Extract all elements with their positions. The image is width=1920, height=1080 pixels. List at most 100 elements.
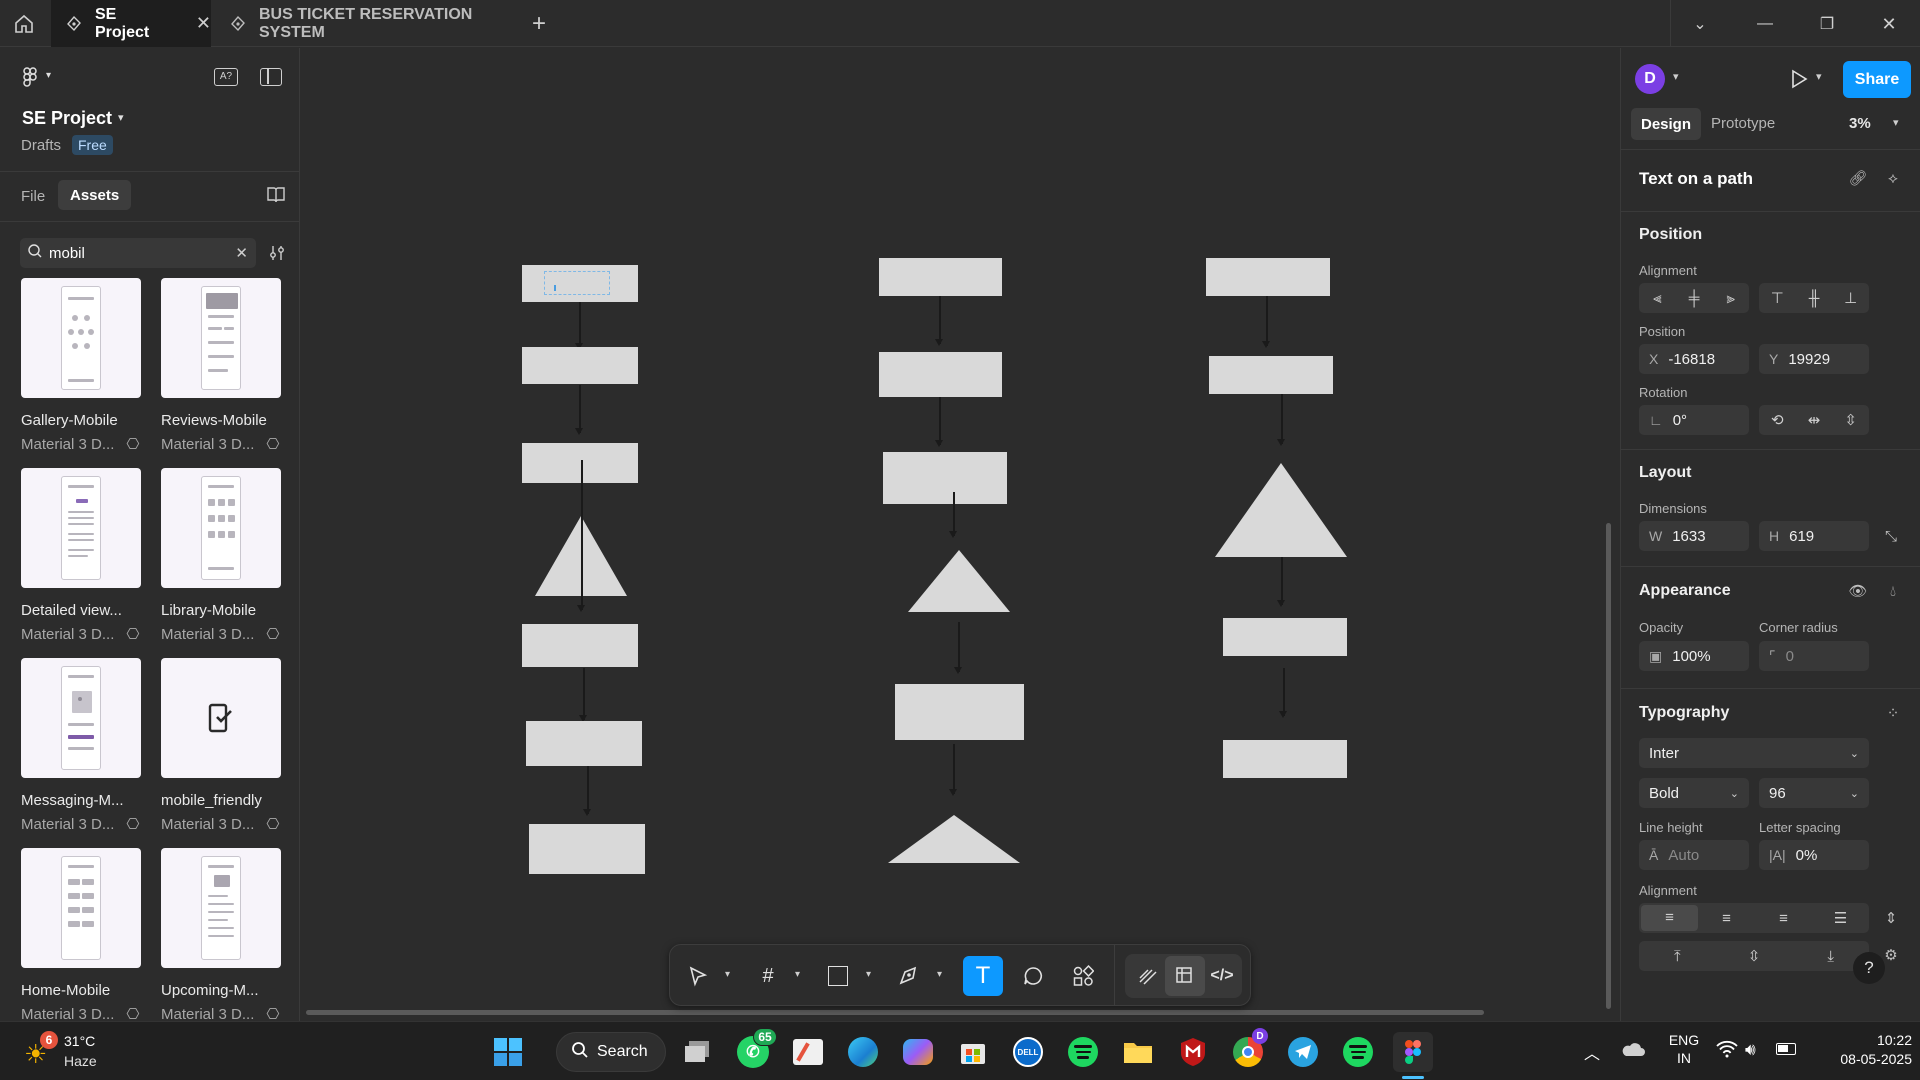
corner-radius-field[interactable]: ⌜ 0 xyxy=(1759,641,1869,671)
asset-messaging-mobile[interactable]: Messaging-M... Material 3 D... ⎔ xyxy=(21,658,161,833)
component-icon[interactable]: ⟡ xyxy=(1879,164,1907,192)
flowchart-process-box[interactable] xyxy=(526,721,642,766)
asset-detailed-view[interactable]: Detailed view... Material 3 D... ⎔ xyxy=(21,468,161,643)
avatar[interactable]: D xyxy=(1635,64,1665,94)
align-top-text-icon[interactable]: ⤒ xyxy=(1639,948,1716,965)
flip-vertical-icon[interactable]: ⇳ xyxy=(1832,411,1869,429)
asset-home-mobile[interactable]: Home-Mobile Material 3 D... ⎔ xyxy=(21,848,161,1023)
asset-reviews-mobile[interactable]: Reviews-Mobile Material 3 D... ⎔ xyxy=(161,278,301,453)
close-icon[interactable]: ✕ xyxy=(196,13,211,34)
weather-widget[interactable]: ☀ 6 31°C Haze xyxy=(20,1031,130,1073)
text-align-left-icon[interactable]: ≡ xyxy=(1641,905,1698,931)
design-canvas[interactable] xyxy=(301,48,1619,1021)
align-middle-icon[interactable]: ╫ xyxy=(1796,290,1833,307)
flowchart-process-box[interactable] xyxy=(1223,618,1347,656)
actions-tool-icon[interactable] xyxy=(1063,956,1103,996)
asset-mobile-friendly[interactable]: mobile_friendly Material 3 D... ⎔ xyxy=(161,658,301,833)
show-hidden-icons-chevron[interactable]: ︿ xyxy=(1584,1040,1600,1064)
chevron-down-icon[interactable]: ⌄ xyxy=(1685,10,1715,38)
selected-text-frame[interactable] xyxy=(544,271,610,295)
line-height-field[interactable]: Ā Auto xyxy=(1639,840,1749,870)
tab-file[interactable]: File xyxy=(21,188,45,205)
y-position-field[interactable]: Y 19929 xyxy=(1759,344,1869,374)
rectangle-tool-icon[interactable] xyxy=(818,956,858,996)
horizontal-scrollbar[interactable] xyxy=(306,1010,1484,1015)
flowchart-process-box[interactable] xyxy=(522,347,638,384)
sidebar-toggle-icon[interactable] xyxy=(260,68,282,86)
search-input[interactable]: mobil ✕ xyxy=(20,238,256,268)
figma-app-icon[interactable] xyxy=(1393,1032,1433,1072)
vertical-scrollbar[interactable] xyxy=(1606,523,1611,1009)
battery-icon[interactable] xyxy=(1776,1043,1796,1055)
mcafee-icon[interactable] xyxy=(1173,1032,1213,1072)
share-button[interactable]: Share xyxy=(1843,61,1911,98)
draw-mode-icon[interactable] xyxy=(1128,956,1168,996)
chevron-down-icon[interactable]: ▾ xyxy=(1893,116,1899,129)
volume-icon[interactable]: 🔊︎ xyxy=(1745,1040,1756,1060)
asset-gallery-mobile[interactable]: Gallery-Mobile Material 3 D... ⎔ xyxy=(21,278,161,453)
rotation-field[interactable]: ∟ 0° xyxy=(1639,405,1749,435)
flowchart-process-box[interactable] xyxy=(895,684,1024,740)
minimize-button[interactable]: — xyxy=(1750,10,1780,38)
text-align-right-icon[interactable]: ≡ xyxy=(1755,910,1812,927)
chevron-down-icon[interactable]: ⌄ xyxy=(1850,787,1859,800)
align-right-icon[interactable]: ⫸ xyxy=(1712,290,1749,307)
flowchart-process-box[interactable] xyxy=(522,265,638,302)
asset-library-mobile[interactable]: Library-Mobile Material 3 D... ⎔ xyxy=(161,468,301,643)
asset-upcoming-mobile[interactable]: Upcoming-M... Material 3 D... ⎔ xyxy=(161,848,301,1023)
text-tool-icon[interactable]: T xyxy=(963,956,1003,996)
eye-icon[interactable]: 👁︎ xyxy=(1844,577,1872,605)
spotify-icon[interactable] xyxy=(1338,1032,1378,1072)
flowchart-triangle[interactable] xyxy=(908,550,1010,612)
align-center-h-icon[interactable]: ╪ xyxy=(1676,290,1713,307)
flip-horizontal-icon[interactable]: ⇹ xyxy=(1796,411,1833,429)
tab-bus-ticket[interactable]: BUS TICKET RESERVATION SYSTEM xyxy=(213,0,513,47)
rotate-icon[interactable]: ⟲ xyxy=(1759,411,1796,429)
zoom-level[interactable]: 3% xyxy=(1849,115,1871,132)
tab-se-project[interactable]: SE Project ✕ xyxy=(51,0,211,47)
blend-drop-icon[interactable]: 💧︎ xyxy=(1879,577,1907,605)
opacity-field[interactable]: ▣ 100% xyxy=(1639,641,1749,671)
align-left-icon[interactable]: ⫷ xyxy=(1639,290,1676,307)
edge-browser-icon[interactable] xyxy=(843,1032,883,1072)
flowchart-process-box[interactable] xyxy=(1223,740,1347,778)
flowchart-process-box[interactable] xyxy=(1209,356,1333,394)
file-explorer-icon[interactable] xyxy=(1118,1032,1158,1072)
whatsapp-icon[interactable]: ✆ 65 xyxy=(733,1028,777,1072)
height-field[interactable]: H 619 xyxy=(1759,521,1869,551)
project-name[interactable]: SE Project xyxy=(22,108,112,129)
microsoft-store-icon[interactable] xyxy=(953,1032,993,1072)
drafts-label[interactable]: Drafts xyxy=(21,137,61,154)
flowchart-triangle[interactable] xyxy=(1215,463,1347,557)
font-size-field[interactable]: 96 ⌄ xyxy=(1759,778,1869,808)
snipping-tool-icon[interactable] xyxy=(788,1032,828,1072)
frame-tool-icon[interactable]: # xyxy=(748,956,788,996)
dev-mode-icon[interactable]: </> xyxy=(1202,956,1242,996)
pen-tool-icon[interactable] xyxy=(889,956,929,996)
present-play-icon[interactable] xyxy=(1789,68,1809,95)
comment-tool-icon[interactable] xyxy=(1013,956,1053,996)
filter-sliders-icon[interactable] xyxy=(268,244,286,267)
text-align-center-icon[interactable]: ≡ xyxy=(1698,910,1755,927)
chevron-down-icon[interactable]: ▾ xyxy=(118,111,124,124)
chevron-down-icon[interactable]: ▾ xyxy=(937,969,942,980)
flowchart-process-box[interactable] xyxy=(879,352,1002,397)
move-tool-icon[interactable] xyxy=(678,956,718,996)
flowchart-process-box[interactable] xyxy=(522,443,638,483)
close-window-button[interactable]: ✕ xyxy=(1874,10,1904,38)
type-styles-grid-icon[interactable]: ⁘ xyxy=(1879,699,1907,727)
library-book-icon[interactable] xyxy=(266,186,286,209)
flowchart-triangle[interactable] xyxy=(888,815,1020,863)
chevron-down-icon[interactable]: ▾ xyxy=(1816,70,1822,83)
copilot-icon[interactable] xyxy=(898,1032,938,1072)
main-menu-button[interactable]: ▾ xyxy=(20,66,51,93)
new-tab-plus-icon[interactable]: + xyxy=(532,10,546,38)
text-align-justify-icon[interactable]: ☰ xyxy=(1812,909,1869,927)
chevron-down-icon[interactable]: ▾ xyxy=(1673,70,1679,83)
flowchart-process-box[interactable] xyxy=(883,452,1007,504)
restore-button[interactable]: ❐ xyxy=(1812,10,1842,38)
align-middle-text-icon[interactable]: ⇳ xyxy=(1716,947,1793,965)
flowchart-process-box[interactable] xyxy=(879,258,1002,296)
font-weight-select[interactable]: Bold ⌄ xyxy=(1639,778,1749,808)
taskbar-search[interactable]: Search xyxy=(556,1032,666,1072)
